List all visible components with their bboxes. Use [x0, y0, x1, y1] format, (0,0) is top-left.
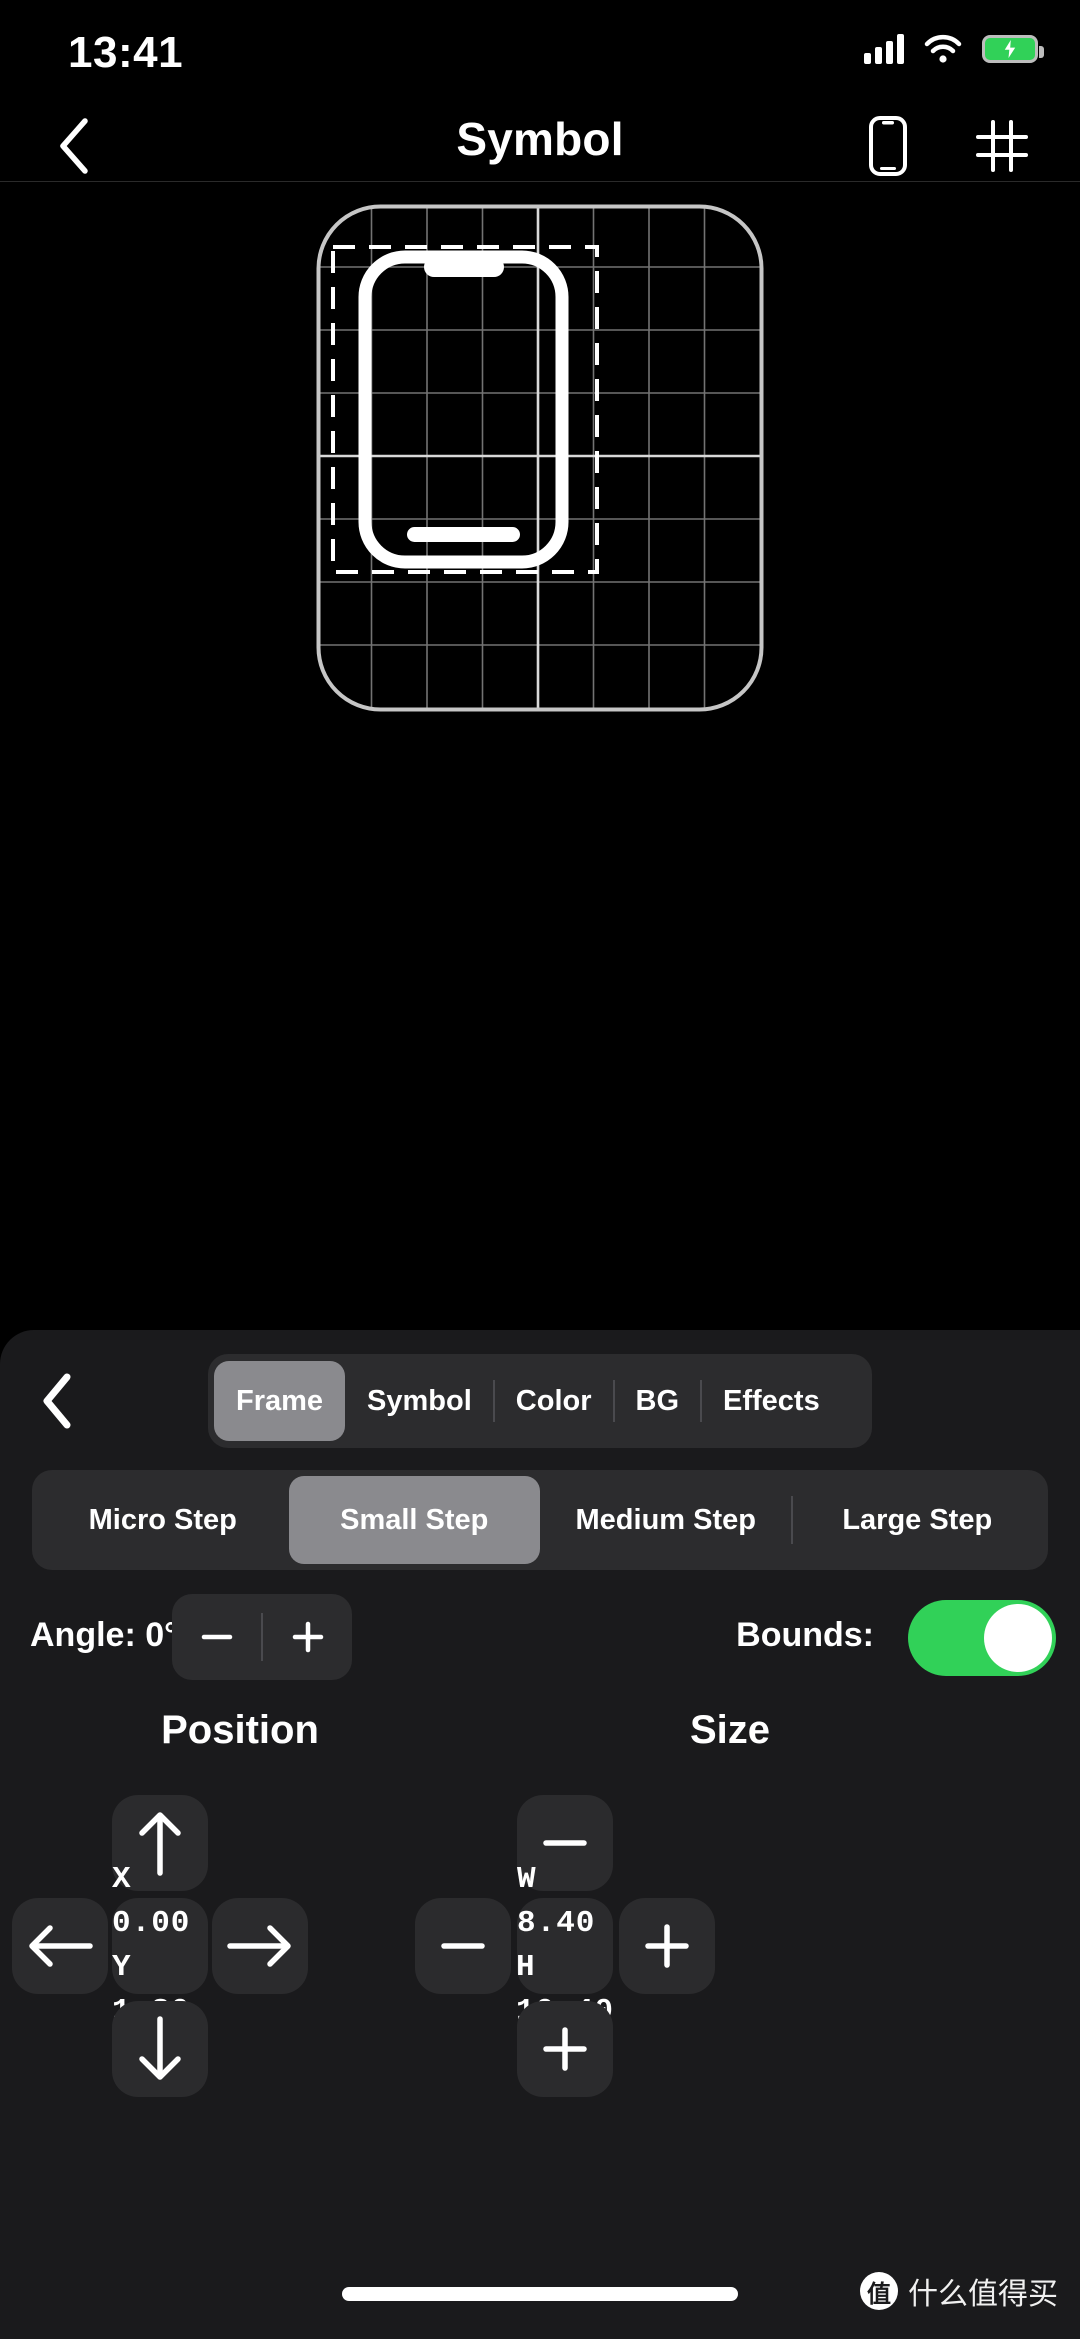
minus-icon [434, 1917, 492, 1975]
step-medium[interactable]: Medium Step [540, 1476, 792, 1564]
symbol-canvas[interactable] [316, 204, 764, 712]
tab-divider [493, 1380, 495, 1422]
status-bar-indicators [864, 34, 1038, 64]
step-small-label: Small Step [340, 1504, 488, 1537]
angle-decrease-button[interactable] [172, 1594, 261, 1680]
minus-icon [197, 1617, 237, 1657]
tab-divider [700, 1380, 702, 1422]
size-width-increase-button[interactable] [619, 1898, 715, 1994]
step-micro[interactable]: Micro Step [37, 1476, 289, 1564]
canvas-border [319, 207, 762, 710]
phone-outline-symbol [365, 257, 562, 562]
status-bar: 13:41 [0, 0, 1080, 100]
tab-segmented-control[interactable]: Frame Symbol Color BG Effects [208, 1354, 872, 1448]
editor-panel: Frame Symbol Color BG Effects [0, 1330, 1080, 2339]
nav-device-preview-button[interactable] [852, 114, 924, 178]
battery-charging-icon [982, 35, 1038, 63]
size-height-increase-button[interactable] [517, 2001, 613, 2097]
position-x-value: X 0.00 [112, 1858, 208, 1946]
bounds-toggle[interactable] [908, 1600, 1056, 1676]
grid-hash-icon [974, 118, 1030, 174]
size-w-value: W 8.40 [517, 1858, 613, 1946]
tab-bg-label: BG [636, 1385, 680, 1418]
tab-row: Frame Symbol Color BG Effects [0, 1348, 1080, 1452]
tab-frame-label: Frame [236, 1385, 323, 1418]
tab-symbol-label: Symbol [367, 1385, 472, 1418]
position-section-title: Position [0, 1708, 480, 1753]
canvas-area[interactable] [0, 182, 1080, 1330]
position-left-button[interactable] [12, 1898, 108, 1994]
watermark: 值 什么值得买 [860, 2269, 1058, 2313]
position-down-button[interactable] [112, 2001, 208, 2097]
navigation-bar: Symbol [0, 100, 1080, 182]
angle-increase-button[interactable] [263, 1594, 352, 1680]
step-micro-label: Micro Step [89, 1504, 237, 1537]
watermark-text: 什么值得买 [908, 2269, 1058, 2313]
status-bar-time: 13:41 [68, 28, 183, 78]
position-value-display: X 0.00 Y 1.80 [112, 1898, 208, 1994]
tab-bg[interactable]: BG [614, 1361, 702, 1441]
size-width-decrease-button[interactable] [415, 1898, 511, 1994]
position-right-button[interactable] [212, 1898, 308, 1994]
tab-effects[interactable]: Effects [701, 1361, 842, 1441]
arrow-left-icon [24, 1917, 96, 1975]
tab-color-label: Color [516, 1385, 592, 1418]
tab-divider [613, 1380, 615, 1422]
tab-color[interactable]: Color [494, 1361, 614, 1441]
chevron-left-icon [41, 1373, 73, 1429]
arrow-down-icon [131, 2013, 189, 2085]
bounds-label: Bounds: [736, 1616, 874, 1655]
step-divider [791, 1496, 793, 1544]
tab-effects-label: Effects [723, 1385, 820, 1418]
arrow-right-icon [224, 1917, 296, 1975]
step-large-label: Large Step [842, 1504, 992, 1537]
plus-icon [536, 2020, 594, 2078]
tab-symbol[interactable]: Symbol [345, 1361, 494, 1441]
home-indicator[interactable] [342, 2287, 738, 2301]
angle-bounds-row: Angle: 0° Bounds: [0, 1594, 1080, 1688]
plus-icon [638, 1917, 696, 1975]
nav-grid-toggle-button[interactable] [966, 114, 1038, 178]
wifi-icon [924, 34, 962, 64]
app-root: 13:41 Symbol [0, 0, 1080, 2339]
watermark-logo: 值 [860, 2272, 898, 2310]
cellular-bars-icon [864, 34, 904, 64]
angle-label: Angle: 0° [30, 1616, 178, 1655]
step-medium-label: Medium Step [576, 1504, 756, 1537]
panel-back-button[interactable] [22, 1366, 92, 1436]
step-large[interactable]: Large Step [792, 1476, 1044, 1564]
step-size-segmented-control[interactable]: Micro Step Small Step Medium Step Large … [32, 1470, 1048, 1570]
step-small[interactable]: Small Step [289, 1476, 541, 1564]
phone-icon [868, 115, 908, 177]
size-section-title: Size [480, 1708, 980, 1753]
tab-frame[interactable]: Frame [214, 1361, 345, 1441]
toggle-knob [984, 1604, 1052, 1672]
size-value-display: W 8.40 H 10.40 [517, 1898, 613, 1994]
plus-icon [288, 1617, 328, 1657]
angle-stepper[interactable] [172, 1594, 352, 1680]
